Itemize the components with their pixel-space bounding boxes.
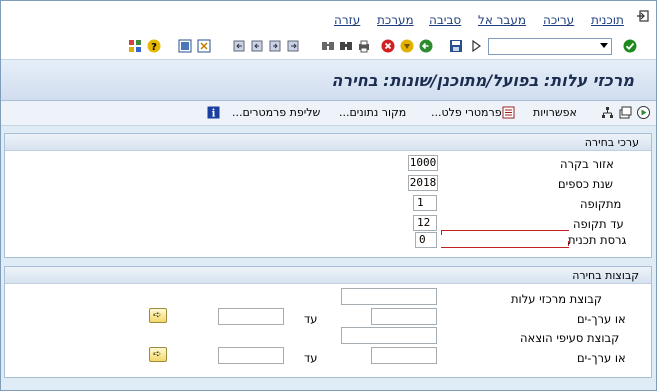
- group-title: ערכי בחירה: [584, 136, 639, 149]
- help-icon[interactable]: ?: [147, 39, 161, 53]
- to-period-field[interactable]: 12: [413, 215, 437, 231]
- multiple-selection-button[interactable]: ➪: [149, 347, 167, 362]
- command-field[interactable]: [488, 38, 612, 55]
- from-period-label: מתקופה: [580, 197, 622, 211]
- required-field-marker-mask: [443, 231, 568, 245]
- selection-groups-group: קבוצות בחירה קבוצת מרכזי עלות או ערך-ים …: [4, 266, 652, 378]
- enter-icon[interactable]: [623, 39, 637, 53]
- options-button[interactable]: אפשרויות: [533, 106, 577, 119]
- shortcut-icon[interactable]: [178, 39, 192, 53]
- cost-element-group-field[interactable]: [341, 327, 437, 344]
- first-page-icon[interactable]: [232, 39, 246, 53]
- cost-center-group-label: קבוצת מרכזי עלות: [511, 292, 602, 306]
- plan-version-label: גרסת תכנית: [568, 233, 627, 247]
- find-next-icon[interactable]: [321, 39, 335, 53]
- title-bar: מרכזי עלות: בפועל/מתוכנן/שונות: בחירה: [1, 60, 656, 101]
- output-parameters-button[interactable]: פרמטרי פלט...: [431, 106, 502, 119]
- cost-center-to-field[interactable]: [218, 308, 284, 325]
- controlling-area-label: אזור בקרה: [560, 157, 614, 171]
- find-icon[interactable]: [339, 39, 353, 53]
- to-label: עד: [304, 351, 318, 365]
- back-arrow-icon[interactable]: [469, 39, 483, 53]
- chevron-down-icon[interactable]: [600, 43, 608, 48]
- plan-version-field[interactable]: 0: [415, 232, 437, 248]
- create-session-icon[interactable]: [197, 39, 211, 53]
- exit-icon[interactable]: [636, 9, 650, 23]
- required-field-marker-corner: [441, 230, 442, 235]
- menu-item-system[interactable]: מערכת: [377, 13, 414, 27]
- variants-icon[interactable]: [619, 106, 632, 119]
- cost-element-group-label: קבוצת סעיפי הוצאה: [520, 331, 620, 345]
- exit-transaction-icon[interactable]: [400, 39, 414, 53]
- menu-item-environment[interactable]: סביבה: [429, 13, 461, 27]
- to-period-label: עד תקופה: [573, 217, 624, 231]
- group-header: ערכי בחירה: [5, 134, 651, 151]
- multiple-selection-button[interactable]: ➪: [149, 308, 167, 323]
- from-period-field[interactable]: 1: [413, 195, 437, 211]
- next-page-icon[interactable]: [268, 39, 282, 53]
- selection-values-group: ערכי בחירה אזור בקרה 1000 שנת כספים 2018…: [4, 133, 652, 258]
- cost-element-from-field[interactable]: [371, 347, 437, 364]
- arrow-right-icon: ➪: [153, 310, 162, 321]
- info-icon[interactable]: i: [207, 106, 220, 119]
- cost-center-group-field[interactable]: [341, 288, 437, 305]
- customize-layout-icon[interactable]: [128, 39, 142, 53]
- output-parameters-icon[interactable]: [502, 106, 515, 119]
- fiscal-year-field[interactable]: 2018: [408, 175, 438, 191]
- svg-text:i: i: [212, 109, 216, 120]
- previous-page-icon[interactable]: [250, 39, 264, 53]
- execute-icon[interactable]: [637, 106, 650, 119]
- fiscal-year-label: שנת כספים: [558, 177, 613, 191]
- back-icon[interactable]: [419, 39, 433, 53]
- arrow-right-icon: ➪: [153, 349, 162, 360]
- application-toolbar: אפשרויות פרמטרי פלט... מקור נתונים... של…: [1, 101, 656, 126]
- save-icon[interactable]: [449, 39, 463, 53]
- menu-item-program[interactable]: תוכנית: [591, 13, 624, 27]
- group-title: קבוצות בחירה: [572, 269, 639, 282]
- to-label: עד: [304, 312, 318, 326]
- menu-item-help[interactable]: עזרה: [334, 13, 360, 27]
- svg-text:?: ?: [151, 42, 157, 53]
- menu-bar: תוכנית עריכה מעבר אל סביבה מערכת עזרה: [1, 1, 656, 35]
- group-header: קבוצות בחירה: [5, 267, 651, 284]
- or-values-label: או ערך-ים: [577, 312, 626, 326]
- or-values-label: או ערך-ים: [577, 351, 626, 365]
- fetch-parameters-button[interactable]: שליפת פרמטרים...: [232, 106, 320, 119]
- cost-element-to-field[interactable]: [218, 347, 284, 364]
- cancel-icon[interactable]: [381, 39, 395, 53]
- menu-item-edit[interactable]: עריכה: [543, 13, 574, 27]
- hierarchy-icon[interactable]: [601, 106, 614, 119]
- cost-center-from-field[interactable]: [371, 308, 437, 325]
- last-page-icon[interactable]: [286, 39, 300, 53]
- page-title: מרכזי עלות: בפועל/מתוכנן/שונות: בחירה: [331, 71, 634, 90]
- print-icon[interactable]: [357, 39, 371, 53]
- menu-item-goto[interactable]: מעבר אל: [478, 13, 526, 27]
- controlling-area-field[interactable]: 1000: [408, 155, 438, 171]
- data-source-button[interactable]: מקור נתונים...: [339, 106, 406, 119]
